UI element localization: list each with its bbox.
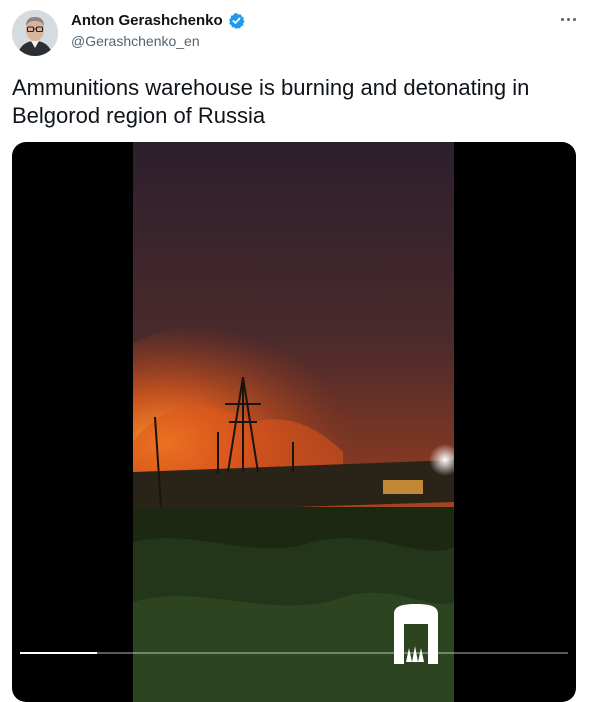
tweet-text: Ammunitions warehouse is burning and det…: [12, 75, 530, 128]
avatar-image: [12, 10, 58, 56]
video-progress-bar[interactable]: [20, 652, 568, 654]
video-watermark-logo: [394, 604, 438, 664]
tweet: Anton Gerashchenko @Gerashchenko_en Ammu…: [0, 0, 595, 702]
author-name-row[interactable]: Anton Gerashchenko: [71, 12, 245, 29]
avatar[interactable]: [12, 10, 58, 56]
author-display-name[interactable]: Anton Gerashchenko: [71, 12, 223, 29]
author-handle[interactable]: @Gerashchenko_en: [71, 33, 200, 49]
video-progress-fill: [20, 652, 97, 654]
verified-badge-icon: [228, 12, 245, 29]
more-options-icon[interactable]: [557, 8, 579, 30]
video-player[interactable]: [12, 142, 576, 702]
